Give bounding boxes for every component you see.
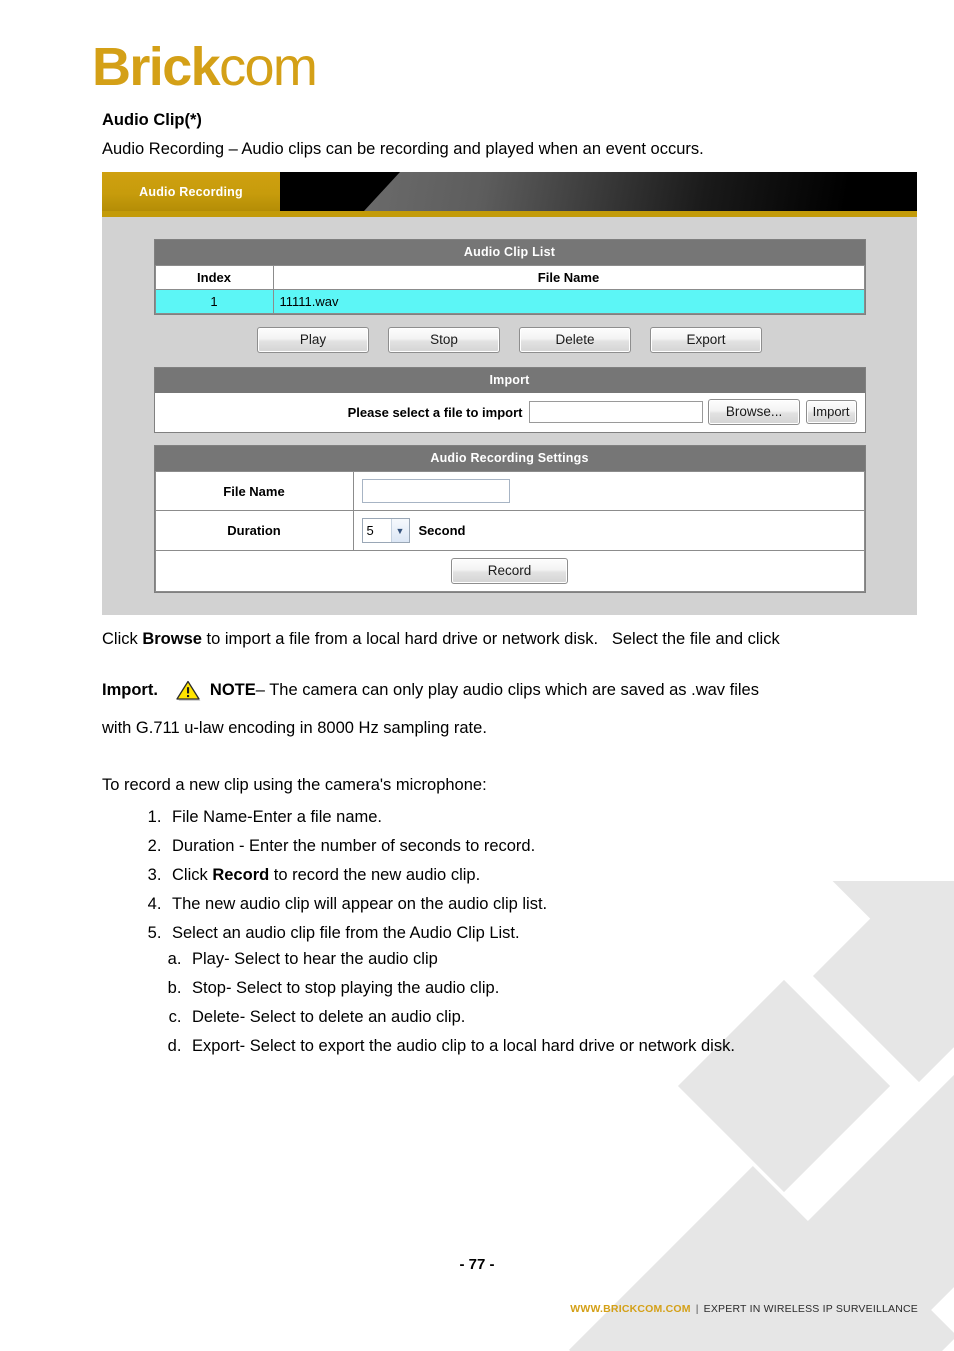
table-row[interactable]: 1 11111.wav <box>154 289 865 314</box>
file-name-input[interactable] <box>361 479 510 503</box>
page-title: Audio Clip(*) <box>102 111 202 129</box>
watermark-shape <box>815 881 954 970</box>
import-label: Please select a file to import <box>347 404 523 420</box>
audio-clip-list-block: Audio Clip List Index File Name 1 11111.… <box>153 239 866 315</box>
list-item: Delete- Select to delete an audio clip. <box>186 1003 735 1032</box>
import-block: Import Please select a file to import Br… <box>153 367 866 433</box>
clip-actions-sublist: Play- Select to hear the audio clip Stop… <box>132 945 735 1061</box>
list-item: Click Record to record the new audio cli… <box>166 861 547 890</box>
step-text: Click <box>172 866 213 884</box>
camera-web-ui-panel: Audio Recording Audio Clip List Index Fi… <box>102 172 917 615</box>
import-row: Please select a file to import Browse...… <box>154 393 865 432</box>
delete-button[interactable]: Delete <box>519 327 631 353</box>
logo-brick-text: Brick <box>92 37 221 97</box>
step-text: Select an audio clip file from the Audio… <box>172 924 520 942</box>
cell-index: 1 <box>154 289 274 314</box>
page-footer: WWW.BRICKCOM.COM | EXPERT IN WIRELESS IP S… <box>570 1303 918 1315</box>
body-line-2: Import. NOTE – The camera can only play … <box>102 679 759 701</box>
brickcom-logo: Brickcom <box>92 37 318 97</box>
file-name-field-cell <box>352 471 865 511</box>
page-number: - 77 - <box>459 1256 495 1273</box>
settings-row-record: Record <box>154 550 865 592</box>
record-steps-list: File Name-Enter a file name. Duration - … <box>132 803 547 948</box>
audio-clip-list-title: Audio Clip List <box>154 240 865 265</box>
export-button[interactable]: Export <box>650 327 762 353</box>
column-header-index: Index <box>154 265 274 290</box>
header-gray-gradient <box>364 172 917 211</box>
settings-table: File Name Duration 5 ▼ Second Record <box>154 471 865 592</box>
footer-url[interactable]: WWW.BRICKCOM.COM <box>570 1303 690 1315</box>
panel-header: Audio Recording <box>102 172 917 217</box>
list-item: Duration - Enter the number of seconds t… <box>166 832 547 861</box>
list-item: Export- Select to export the audio clip … <box>186 1032 735 1061</box>
panel-body: Audio Clip List Index File Name 1 11111.… <box>102 217 917 615</box>
duration-field-cell: 5 ▼ Second <box>352 510 865 551</box>
list-item: Select an audio clip file from the Audio… <box>166 919 547 948</box>
duration-unit-label: Second <box>418 523 466 538</box>
body-line-3: with G.711 u-law encoding in 8000 Hz sam… <box>102 719 487 737</box>
body-line-1: Click Browse to import a file from a loc… <box>102 631 780 648</box>
body-line2-post: – The camera can only play audio clips w… <box>255 680 759 699</box>
body-line2-import-bold: Import. <box>102 680 158 699</box>
list-item: File Name-Enter a file name. <box>166 803 547 832</box>
watermark-shape <box>744 1229 954 1351</box>
record-button-cell: Record <box>154 550 865 592</box>
clip-action-buttons: Play Stop Delete Export <box>154 327 866 353</box>
settings-title: Audio Recording Settings <box>154 446 865 471</box>
intro-paragraph: Audio Recording – Audio clips can be rec… <box>102 140 704 158</box>
footer-tagline: EXPERT IN WIRELESS IP SURVEILLANCE <box>703 1303 918 1315</box>
record-button[interactable]: Record <box>451 558 568 584</box>
audio-recording-settings-block: Audio Recording Settings File Name Durat… <box>153 445 866 593</box>
table-header-row: Index File Name <box>154 265 865 290</box>
watermark-shape <box>812 881 954 1083</box>
list-item: Stop- Select to stop playing the audio c… <box>186 974 735 1003</box>
list-item: The new audio clip will appear on the au… <box>166 890 547 919</box>
cell-file-name: 11111.wav <box>272 289 865 314</box>
chevron-down-icon[interactable]: ▼ <box>390 519 409 542</box>
step-text: Duration - Enter the number of seconds t… <box>172 837 536 855</box>
clip-actions-sublist-wrapper: Play- Select to hear the audio clip Stop… <box>132 945 735 1061</box>
import-button[interactable]: Import <box>805 400 857 424</box>
logo-com-text: com <box>219 37 318 97</box>
import-file-input[interactable] <box>528 401 703 423</box>
body-line1-post: to import a file from a local hard drive… <box>201 630 780 648</box>
file-name-label: File Name <box>154 471 354 511</box>
browse-button[interactable]: Browse... <box>708 399 800 425</box>
body-line-4: To record a new clip using the camera's … <box>102 776 487 794</box>
audio-clip-list-table: Index File Name 1 11111.wav <box>154 265 865 314</box>
settings-row-duration: Duration 5 ▼ Second <box>154 510 865 551</box>
duration-label: Duration <box>154 510 354 551</box>
footer-separator: | <box>695 1303 699 1315</box>
step-text-post: to record the new audio clip. <box>269 866 481 884</box>
step-text: File Name-Enter a file name. <box>172 808 382 826</box>
step-text: The new audio clip will appear on the au… <box>172 895 548 913</box>
warning-triangle-icon <box>176 680 202 702</box>
step-bold: Record <box>212 866 270 884</box>
settings-row-file-name: File Name <box>154 471 865 511</box>
body-line1-browse-bold: Browse <box>142 630 202 648</box>
column-header-file-name: File Name <box>272 265 865 290</box>
list-item: Play- Select to hear the audio clip <box>186 945 735 974</box>
play-button[interactable]: Play <box>257 327 369 353</box>
import-title: Import <box>154 368 865 393</box>
body-note-bold: NOTE <box>209 680 256 699</box>
stop-button[interactable]: Stop <box>388 327 500 353</box>
tab-audio-recording[interactable]: Audio Recording <box>102 172 280 211</box>
body-line1-pre: Click <box>102 630 143 648</box>
duration-selected-value: 5 <box>366 523 374 538</box>
duration-select[interactable]: 5 ▼ <box>361 518 410 543</box>
